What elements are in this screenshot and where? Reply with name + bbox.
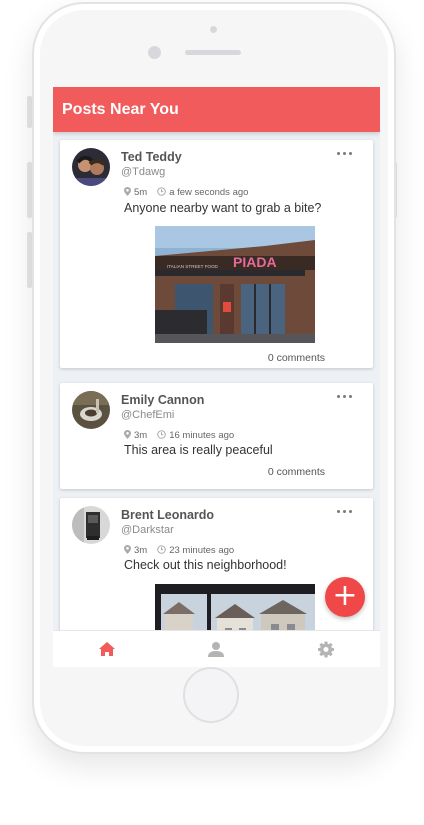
location-pin-icon [124,187,131,198]
home-button[interactable] [183,667,239,723]
post-comments-count[interactable]: 0 comments [268,352,325,364]
post-author-name[interactable]: Ted Teddy [121,150,182,164]
post-distance: 3m [134,545,148,556]
post-meta: 5m a few seconds ago [124,187,248,198]
post-time: 16 minutes ago [169,430,235,441]
more-options-icon[interactable] [337,510,353,514]
proximity-sensor [210,26,217,33]
plus-icon: + [332,578,358,613]
bottom-navigation [53,630,380,667]
photo-sign-small-text: ITALIAN STREET FOOD [167,264,219,269]
more-options-icon[interactable] [337,152,353,156]
gear-icon [318,641,334,658]
post-text: Anyone nearby want to grab a bite? [124,201,322,215]
clock-icon [157,545,167,556]
location-pin-icon [124,545,131,556]
nav-item-profile[interactable] [186,631,246,667]
avatar[interactable] [72,506,110,544]
nav-item-settings[interactable] [296,631,356,667]
home-icon [99,642,115,656]
post-meta: 3m 16 minutes ago [124,430,234,441]
post-time: 23 minutes ago [169,545,235,556]
photo-sign-text: PIADA [233,254,277,270]
post-text: This area is really peaceful [124,443,273,457]
post-author-handle: @ChefEmi [121,409,175,421]
post-distance: 3m [134,430,148,441]
front-camera [148,46,161,59]
app-bar: Posts Near You [53,87,380,132]
person-icon [208,642,224,657]
post-photo[interactable] [155,584,315,630]
more-options-icon[interactable] [337,395,353,399]
post-comments-count[interactable]: 0 comments [268,466,325,478]
post-author-handle: @Tdawg [121,166,166,178]
post-text: Check out this neighborhood! [124,558,287,572]
location-pin-icon [124,430,131,441]
clock-icon [157,187,167,198]
post-author-handle: @Darkstar [121,524,174,536]
earpiece-speaker [185,50,241,55]
avatar[interactable] [72,391,110,429]
post-meta: 3m 23 minutes ago [124,545,234,556]
post-card[interactable]: Ted Teddy @Tdawg 5m a few seconds ago An… [60,140,373,368]
post-card[interactable]: Emily Cannon @ChefEmi 3m 16 minutes ago … [60,383,373,489]
post-author-name[interactable]: Emily Cannon [121,393,204,407]
clock-icon [157,430,167,441]
page-title: Posts Near You [62,101,179,118]
create-post-button[interactable]: + [325,577,365,617]
post-author-name[interactable]: Brent Leonardo [121,508,214,522]
post-photo[interactable]: PIADA ITALIAN STREET FOOD [155,226,315,343]
nav-item-home[interactable] [77,631,137,667]
post-distance: 5m [134,187,148,198]
post-feed[interactable]: Ted Teddy @Tdawg 5m a few seconds ago An… [53,132,380,630]
avatar[interactable] [72,148,110,186]
app-screen: Posts Near You Ted Teddy @Tdawg 5m a few… [53,87,380,667]
post-time: a few seconds ago [169,187,249,198]
